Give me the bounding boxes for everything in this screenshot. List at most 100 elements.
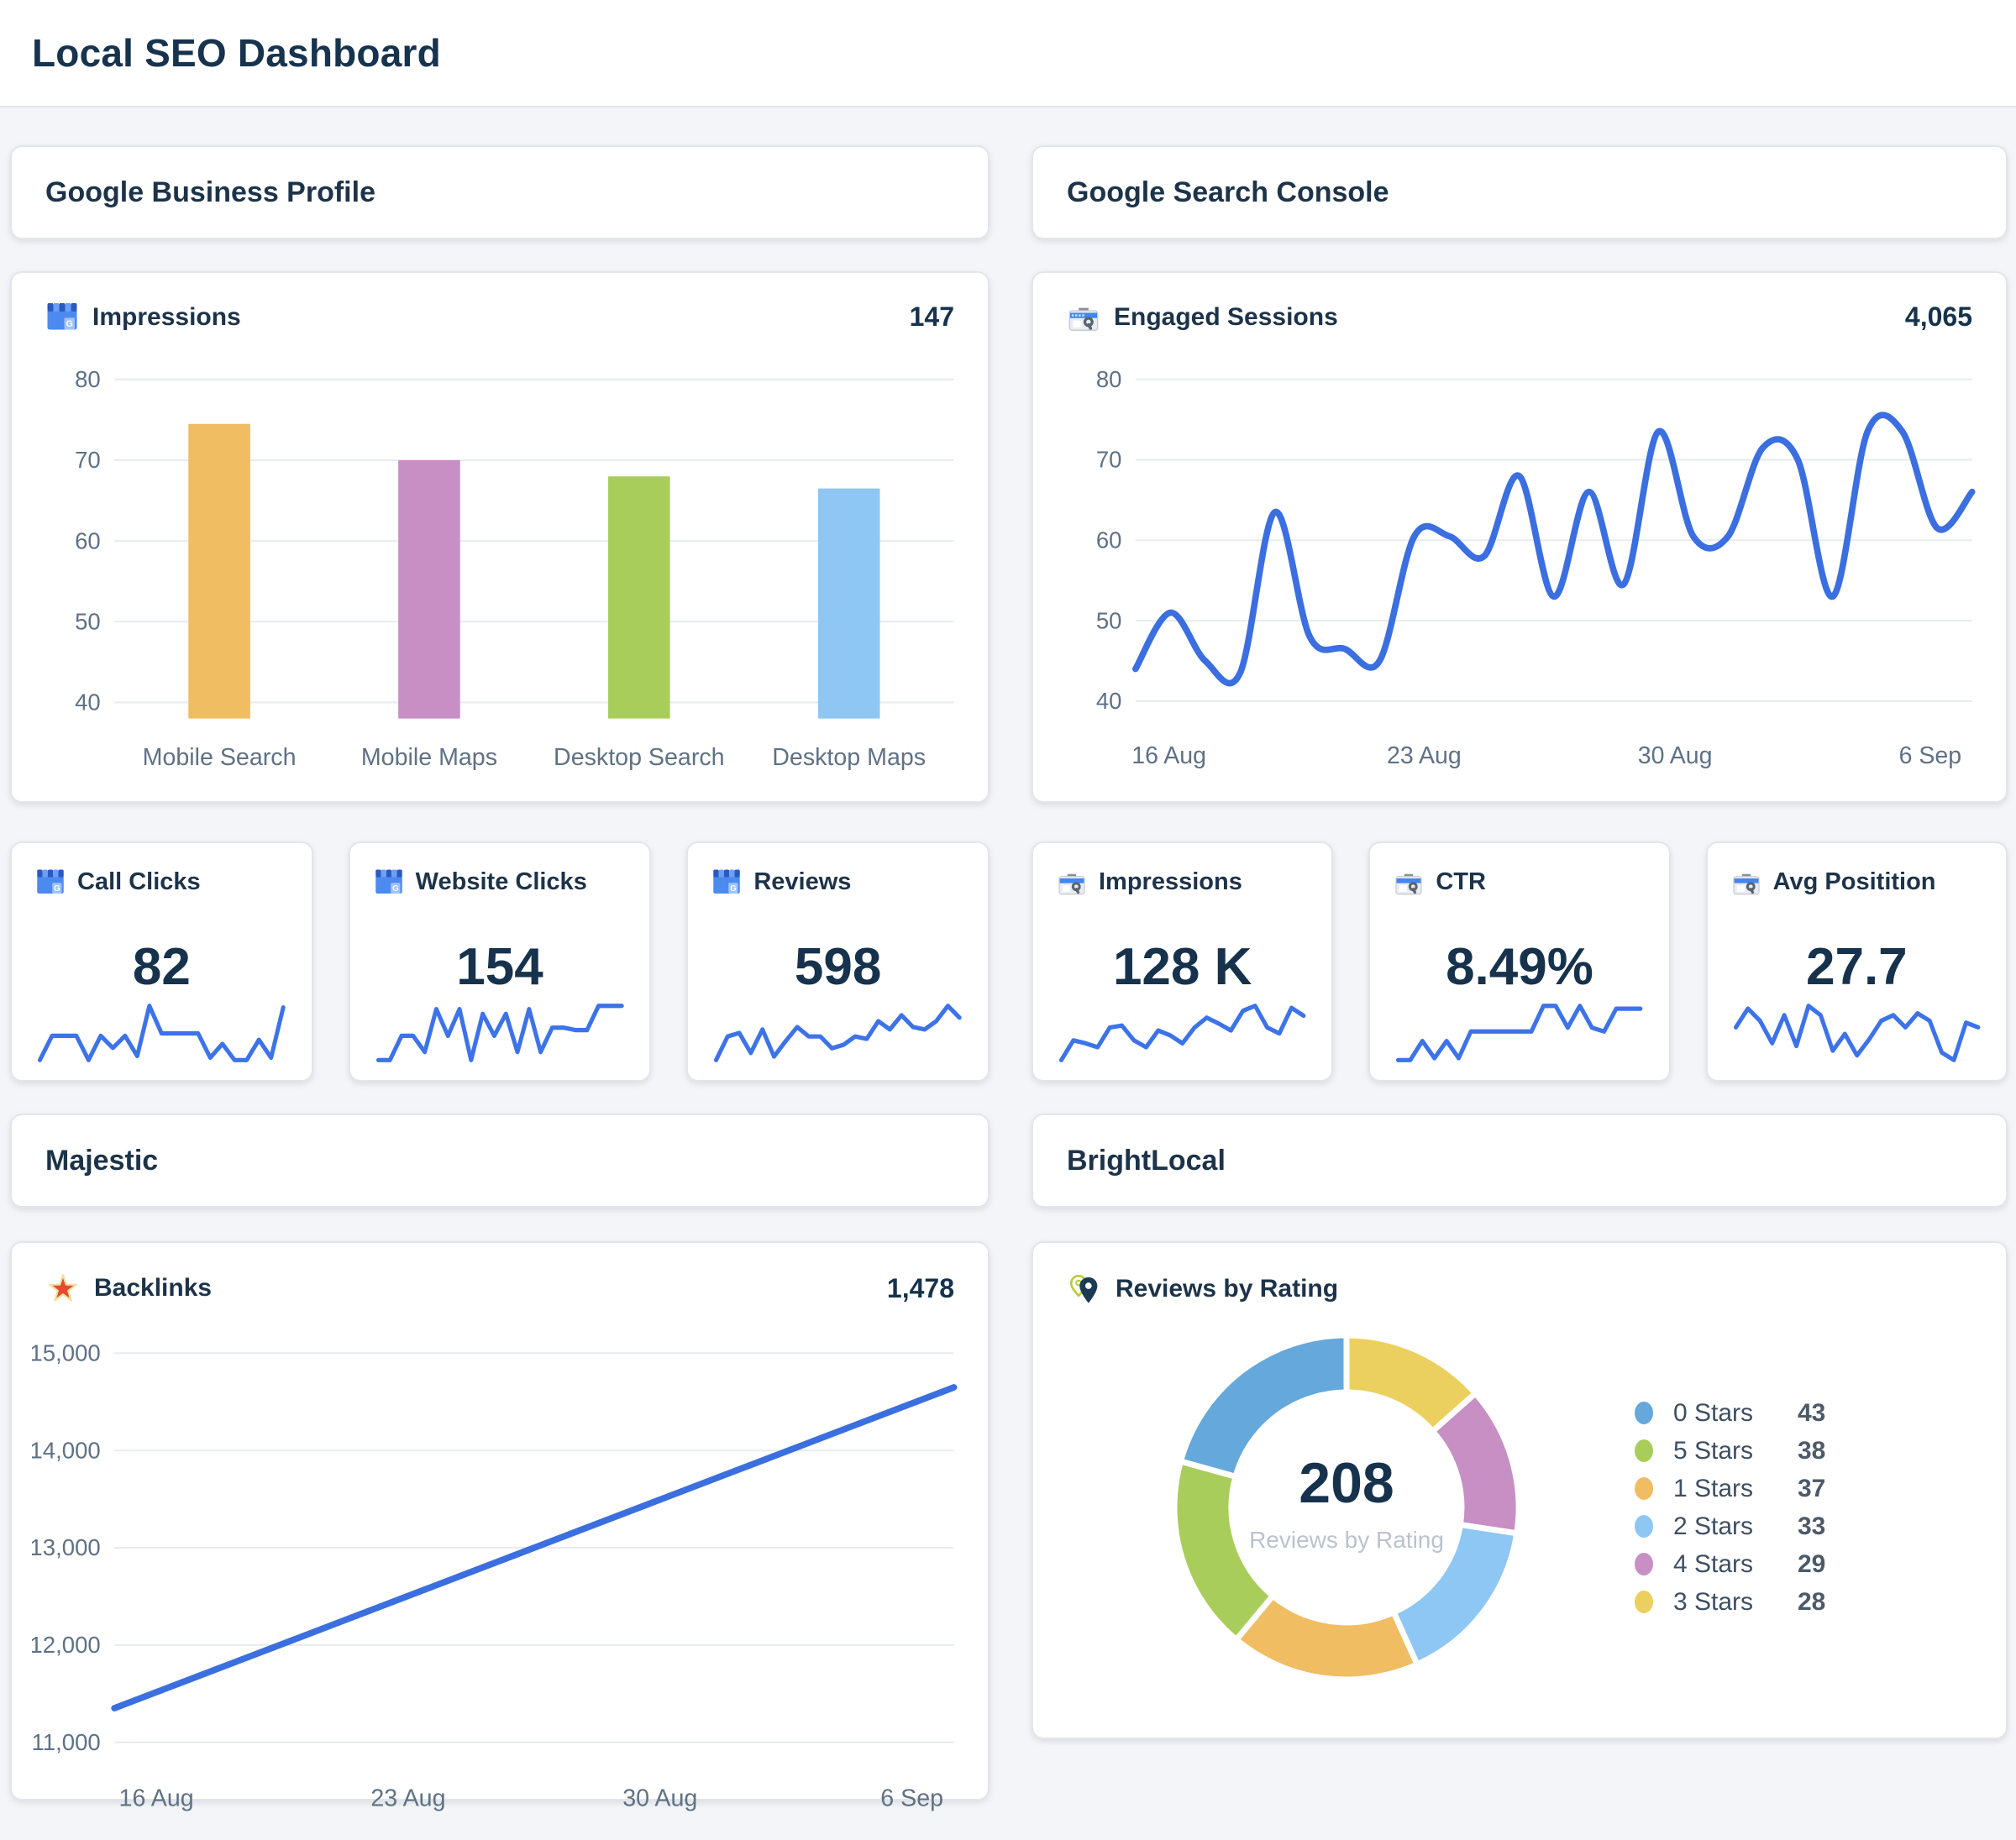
app-header: Local SEO Dashboard: [0, 0, 2016, 107]
line-chart-svg: 11,000 12,000 13,000 14,000 15,000 16 Aug 23 A…: [32, 1340, 958, 1812]
section-header-majestic: Majestic: [10, 1114, 990, 1208]
svg-text:80: 80: [75, 366, 101, 392]
impressions-sparkline: [1057, 1001, 1308, 1065]
legend-marker-icon: [1635, 1515, 1653, 1538]
call-clicks-sparkline: [35, 1001, 288, 1065]
chart-total: 1,478: [886, 1272, 954, 1303]
donut-center-value: 208: [1299, 1451, 1394, 1515]
legend-marker-icon: [1635, 1439, 1653, 1462]
legend-value: 43: [1798, 1398, 1826, 1427]
svg-text:23 Aug: 23 Aug: [1387, 742, 1462, 769]
avg-position-sparkline: [1731, 1001, 1982, 1065]
svg-text:50: 50: [75, 608, 101, 634]
bar-desktop-search: [608, 476, 670, 719]
svg-text:G: G: [54, 884, 60, 894]
chart-title: Reviews by Rating: [1116, 1275, 1339, 1303]
google-search-console-icon: [1394, 868, 1424, 896]
svg-text:Mobile Search: Mobile Search: [143, 744, 297, 771]
svg-text:14,000: 14,000: [32, 1437, 101, 1463]
legend-item-0-stars[interactable]: 0 Stars 43: [1635, 1399, 1825, 1428]
svg-text:G: G: [66, 319, 73, 329]
svg-text:12,000: 12,000: [32, 1632, 101, 1658]
data-line: [1131, 412, 1976, 687]
legend-item-2-stars[interactable]: 2 Stars 33: [1635, 1512, 1825, 1541]
sparkline-svg: [714, 1004, 963, 1062]
svg-text:16 Aug: 16 Aug: [119, 1785, 194, 1812]
sparkline-svg: [37, 1004, 286, 1062]
legend-label: 4 Stars: [1673, 1549, 1754, 1578]
sparkline-svg: [1396, 1004, 1643, 1062]
legend-value: 38: [1798, 1436, 1826, 1465]
line-chart-svg: 40 50 60 70 80 16 Aug 23 Aug 30 Aug 6 Sep: [1096, 366, 1976, 769]
legend-marker-icon: [1635, 1477, 1653, 1500]
svg-text:15,000: 15,000: [32, 1340, 101, 1366]
legend-value: 37: [1798, 1474, 1826, 1502]
svg-text:40: 40: [75, 689, 101, 716]
svg-text:80: 80: [1096, 366, 1122, 392]
svg-text:23 Aug: 23 Aug: [370, 1785, 445, 1812]
section-header-google-search-console: Google Search Console: [1032, 145, 2008, 239]
backlinks-card: Backlinks 1,478 11,000 12,000 13,000 14,000…: [10, 1241, 990, 1812]
reviews-donut-chart: 208 Reviews by Rating: [1149, 1310, 1544, 1705]
sparkline-svg: [1058, 1004, 1306, 1062]
legend-marker-icon: [1635, 1591, 1653, 1613]
google-business-profile-icon: G: [711, 868, 742, 896]
gbp-impressions-card: G Impressions 147 40 50 60 70 80 Mobile Searc…: [10, 271, 990, 803]
gsc-engaged-sessions-card: Engaged Sessions 4,065 40 50 60 70 80 16 Aug 2…: [1032, 271, 2008, 803]
legend-item-3-stars[interactable]: 3 Stars 28: [1635, 1588, 1825, 1617]
kpi-value: 598: [794, 938, 882, 996]
svg-text:40: 40: [1096, 688, 1122, 714]
legend-label: 0 Stars: [1673, 1398, 1754, 1427]
legend-label: 2 Stars: [1673, 1512, 1754, 1540]
chart-total: 147: [909, 301, 954, 332]
kpi-website-clicks: G Website Clicks 154: [348, 841, 652, 1082]
chart-title: Engaged Sessions: [1114, 302, 1338, 331]
legend-label: 5 Stars: [1673, 1436, 1754, 1465]
kpi-gsc-impressions: Impressions 128 K: [1032, 841, 1334, 1082]
svg-text:70: 70: [1096, 447, 1122, 473]
kpi-label: CTR: [1436, 868, 1486, 895]
kpi-value: 27.7: [1805, 938, 1908, 996]
google-search-console-icon: [1731, 868, 1761, 896]
kpi-label: Avg Positition: [1772, 868, 1936, 895]
legend-marker-icon: [1635, 1402, 1653, 1424]
bar-mobile-search: [188, 423, 250, 719]
kpi-value: 8.49%: [1446, 938, 1593, 996]
kpi-label: Reviews: [753, 868, 852, 895]
kpi-value: 154: [456, 938, 543, 996]
chart-title: Impressions: [92, 302, 241, 331]
svg-text:60: 60: [75, 527, 101, 553]
engaged-sessions-line-chart: 40 50 60 70 80 16 Aug 23 Aug 30 Aug 6 Sep: [1033, 333, 2006, 798]
svg-text:6 Sep: 6 Sep: [880, 1785, 943, 1812]
svg-text:30 Aug: 30 Aug: [1638, 742, 1713, 769]
legend-item-4-stars[interactable]: 4 Stars 29: [1635, 1550, 1825, 1579]
section-header-brightlocal: BrightLocal: [1032, 1114, 2008, 1208]
sparkline-svg: [375, 1004, 624, 1062]
chart-title: Backlinks: [94, 1274, 213, 1302]
kpi-ctr: CTR 8.49%: [1368, 841, 1671, 1082]
section-title: Google Search Console: [1067, 176, 1389, 208]
majestic-star-icon: [45, 1271, 81, 1305]
legend-label: 3 Stars: [1673, 1587, 1754, 1616]
website-clicks-sparkline: [374, 1001, 627, 1065]
legend-value: 29: [1798, 1549, 1826, 1578]
google-search-console-icon: [1067, 301, 1100, 333]
gbp-impressions-bar-chart: 40 50 60 70 80 Mobile Search Mobile Maps Deskto…: [12, 333, 988, 799]
legend-value: 28: [1798, 1587, 1826, 1616]
google-business-profile-icon: G: [35, 868, 66, 896]
svg-text:Desktop Search: Desktop Search: [554, 744, 725, 771]
kpi-value: 82: [132, 938, 191, 996]
legend-item-1-stars[interactable]: 1 Stars 37: [1635, 1475, 1825, 1503]
legend-item-5-stars[interactable]: 5 Stars 38: [1635, 1437, 1825, 1465]
kpi-reviews: G Reviews 598: [686, 841, 990, 1082]
kpi-label: Impressions: [1099, 868, 1242, 895]
svg-text:6 Sep: 6 Sep: [1899, 742, 1961, 769]
kpi-label: Website Clicks: [415, 868, 587, 895]
kpi-avg-position: Avg Positition 27.7: [1705, 841, 2008, 1082]
legend-label: 1 Stars: [1673, 1474, 1754, 1502]
svg-text:70: 70: [75, 447, 101, 473]
dashboard-body: Google Business Profile Google Search Co…: [0, 145, 2016, 1812]
reviews-sparkline: [711, 1001, 964, 1065]
kpi-call-clicks: G Call Clicks 82: [10, 841, 313, 1082]
legend-value: 33: [1798, 1512, 1826, 1540]
